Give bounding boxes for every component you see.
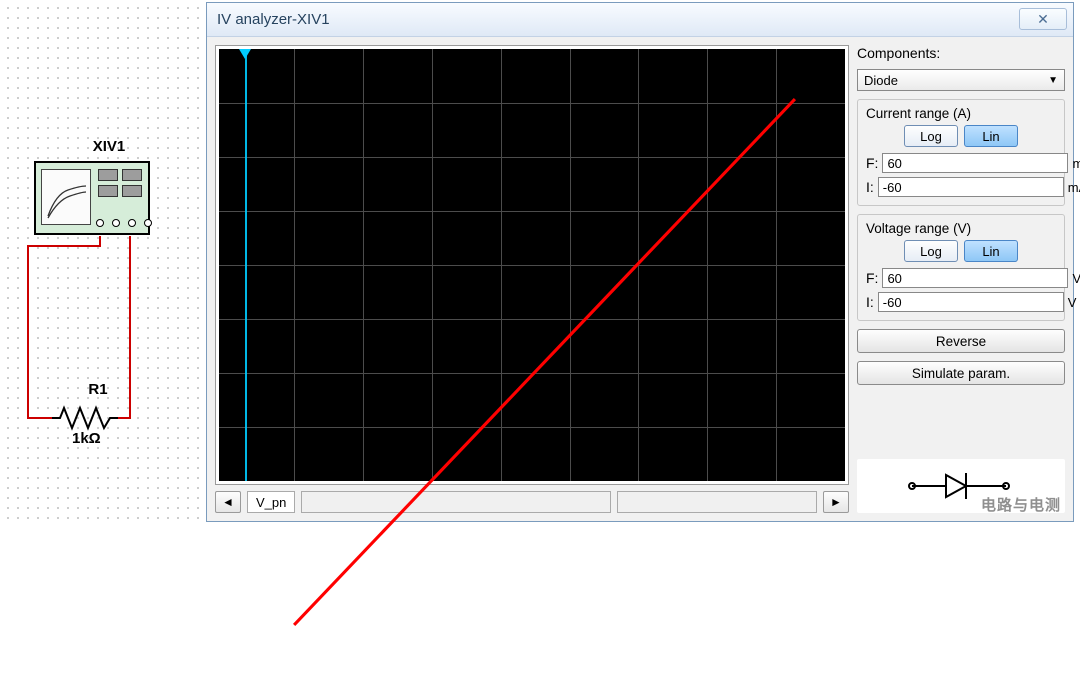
- control-panel: Components: Diode ▼ Current range (A) Lo…: [857, 45, 1065, 513]
- current-log-toggle[interactable]: Log: [904, 125, 958, 147]
- current-I-input[interactable]: [878, 177, 1064, 197]
- voltage-log-toggle[interactable]: Log: [904, 240, 958, 262]
- iv-analyzer-window: IV analyzer-XIV1 ✕: [206, 2, 1074, 522]
- close-button[interactable]: ✕: [1019, 8, 1067, 30]
- voltage-I-unit: V: [1068, 295, 1077, 310]
- voltage-I-label: I:: [866, 294, 874, 310]
- current-F-label: F:: [866, 155, 878, 171]
- plot-frame: [215, 45, 849, 485]
- window-title: IV analyzer-XIV1: [217, 11, 330, 28]
- reverse-button[interactable]: Reverse: [857, 329, 1065, 353]
- current-I-unit: mA: [1068, 180, 1080, 195]
- voltage-F-input[interactable]: [882, 268, 1068, 288]
- components-label: Components:: [857, 45, 1065, 61]
- voltage-F-label: F:: [866, 270, 878, 286]
- current-F-unit: mA: [1072, 156, 1080, 171]
- voltage-lin-toggle[interactable]: Lin: [964, 240, 1018, 262]
- watermark-text: 电路与电测: [981, 494, 1061, 515]
- iv-plot[interactable]: [219, 49, 845, 481]
- current-F-input[interactable]: [882, 153, 1068, 173]
- current-range-title: Current range (A): [866, 106, 1056, 121]
- resistor-value-label: 1kΩ: [72, 430, 101, 447]
- voltage-F-unit: V: [1072, 271, 1080, 286]
- voltage-range-title: Voltage range (V): [866, 221, 1056, 236]
- schematic-canvas[interactable]: XIV1 R1 1kΩ: [0, 0, 205, 526]
- close-icon: ✕: [1037, 11, 1049, 28]
- titlebar[interactable]: IV analyzer-XIV1 ✕: [207, 3, 1073, 37]
- components-selected-value: Diode: [864, 73, 898, 88]
- current-range-group: Current range (A) Log Lin F: mA I: mA: [857, 99, 1065, 206]
- voltage-range-group: Voltage range (V) Log Lin F: V I: V: [857, 214, 1065, 321]
- current-I-label: I:: [866, 179, 874, 195]
- resistor-ref-label: R1: [78, 381, 118, 398]
- voltage-I-input[interactable]: [878, 292, 1064, 312]
- chevron-down-icon: ▼: [1048, 75, 1058, 86]
- simulate-param-button[interactable]: Simulate param.: [857, 361, 1065, 385]
- current-lin-toggle[interactable]: Lin: [964, 125, 1018, 147]
- components-select[interactable]: Diode ▼: [857, 69, 1065, 91]
